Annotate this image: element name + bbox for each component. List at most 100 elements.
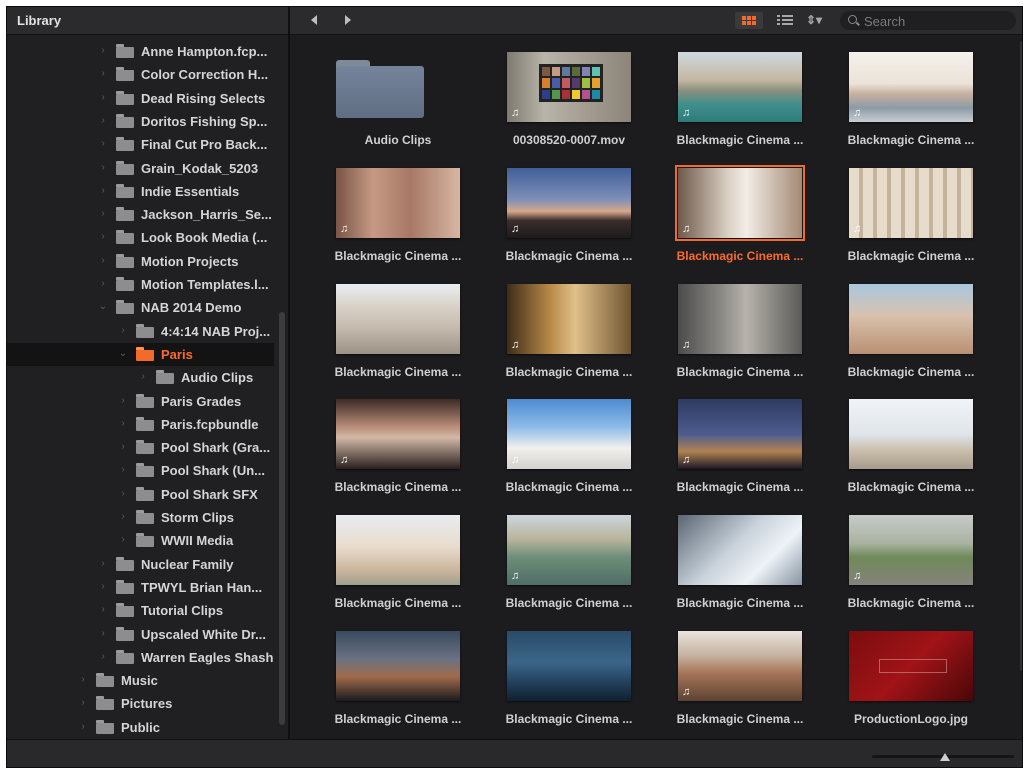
sidebar-item[interactable]: › Anne Hampton.fcp... (7, 40, 274, 63)
chevron-right-icon[interactable]: › (118, 395, 128, 406)
sidebar-item[interactable]: › Pool Shark (Un... (7, 459, 274, 482)
chevron-right-icon[interactable]: › (98, 604, 108, 615)
sidebar-item[interactable]: › Nuclear Family (7, 553, 274, 576)
sidebar-item[interactable]: › Motion Templates.l... (7, 273, 274, 296)
sidebar-item-label: Look Book Media (... (141, 230, 268, 245)
list-view-button[interactable] (777, 14, 793, 26)
folder-icon (116, 230, 134, 244)
chevron-right-icon[interactable]: › (118, 511, 128, 522)
sidebar-item[interactable]: › Upscaled White Dr... (7, 623, 274, 646)
clip-tile[interactable]: ♫ Blackmagic Cinema ... (831, 41, 991, 151)
chevron-down-icon[interactable]: ⌄ (98, 301, 108, 312)
sidebar-item[interactable]: › Pictures (7, 692, 274, 715)
chevron-right-icon[interactable]: › (98, 208, 108, 219)
clip-tile[interactable]: ♫ Blackmagic Cinema ... (489, 273, 649, 383)
sidebar-item[interactable]: › Paris.fcpbundle (7, 413, 274, 436)
search-box[interactable] (840, 11, 1016, 30)
sidebar-item[interactable]: › 4:4:14 NAB Proj... (7, 320, 274, 343)
chevron-right-icon[interactable]: › (98, 185, 108, 196)
clip-tile[interactable]: Blackmagic Cinema ... (831, 273, 991, 383)
sidebar-item[interactable]: › TPWYL Brian Han... (7, 576, 274, 599)
chevron-right-icon[interactable]: › (98, 68, 108, 79)
sidebar-item[interactable]: › Dead Rising Selects (7, 87, 274, 110)
sidebar-item[interactable]: › Look Book Media (... (7, 226, 274, 249)
clip-tile[interactable]: Blackmagic Cinema ... (318, 620, 478, 730)
chevron-right-icon[interactable]: › (98, 231, 108, 242)
sidebar-item[interactable]: › Audio Clips (7, 366, 274, 389)
sidebar-item[interactable]: ⌄ NAB 2014 Demo (7, 296, 274, 319)
sidebar-item[interactable]: › Public (7, 716, 274, 739)
clip-tile[interactable]: ♫ Blackmagic Cinema ... (489, 504, 649, 614)
sidebar-item[interactable]: › Grain_Kodak_5203 (7, 157, 274, 180)
chevron-right-icon[interactable]: › (78, 721, 88, 732)
forward-arrow-icon[interactable] (345, 15, 351, 25)
clip-tile[interactable]: ♫ Blackmagic Cinema ... (489, 157, 649, 267)
sidebar-item[interactable]: › Motion Projects (7, 250, 274, 273)
sidebar-item-label: Pool Shark (Un... (161, 463, 266, 478)
sidebar-item-label: Motion Templates.l... (141, 277, 269, 292)
chevron-right-icon[interactable]: › (98, 45, 108, 56)
chevron-right-icon[interactable]: › (78, 674, 88, 685)
chevron-right-icon[interactable]: › (98, 162, 108, 173)
clip-tile[interactable]: ProductionLogo.jpg (831, 620, 991, 730)
chevron-right-icon[interactable]: › (98, 628, 108, 639)
sidebar-item[interactable]: › Jackson_Harris_Se... (7, 203, 274, 226)
slider-thumb[interactable] (940, 753, 950, 761)
clip-tile[interactable]: ♫ 00308520-0007.mov (489, 41, 649, 151)
chevron-right-icon[interactable]: › (98, 138, 108, 149)
sidebar-item[interactable]: › Storm Clips (7, 506, 274, 529)
clip-tile[interactable]: ♫ Blackmagic Cinema ... (831, 504, 991, 614)
sidebar-scrollbar[interactable] (279, 312, 285, 725)
chevron-right-icon[interactable]: › (98, 92, 108, 103)
grid-scrollbar[interactable] (1020, 41, 1022, 671)
clip-tile[interactable]: Blackmagic Cinema ... (660, 504, 820, 614)
clip-tile[interactable]: ♫ Blackmagic Cinema ... (660, 620, 820, 730)
chevron-right-icon[interactable]: › (98, 651, 108, 662)
clip-tile[interactable]: ♫ Blackmagic Cinema ... (660, 273, 820, 383)
sidebar-item[interactable]: › Warren Eagles Shash (7, 646, 274, 669)
clip-tile[interactable]: ♫ Blackmagic Cinema ... (318, 157, 478, 267)
clip-tile[interactable]: ♫ Blackmagic Cinema ... (660, 388, 820, 498)
chevron-right-icon[interactable]: › (118, 325, 128, 336)
folder-icon (116, 557, 134, 571)
clip-tile[interactable]: Blackmagic Cinema ... (318, 504, 478, 614)
clip-tile[interactable]: ♫ Blackmagic Cinema ... (660, 157, 820, 267)
sidebar-item[interactable]: › Music (7, 669, 274, 692)
folder-tile[interactable]: Audio Clips (318, 41, 478, 151)
chevron-right-icon[interactable]: › (118, 418, 128, 429)
sidebar-item[interactable]: › Tutorial Clips (7, 599, 274, 622)
search-input[interactable] (862, 12, 1016, 30)
clip-tile[interactable]: Blackmagic Cinema ... (489, 620, 649, 730)
chevron-right-icon[interactable]: › (118, 464, 128, 475)
sidebar-item[interactable]: › Indie Essentials (7, 180, 274, 203)
sidebar-item[interactable]: › WWII Media (7, 529, 274, 552)
sidebar-item[interactable]: › Paris Grades (7, 390, 274, 413)
chevron-right-icon[interactable]: › (98, 278, 108, 289)
chevron-down-icon[interactable]: ⌄ (118, 348, 128, 359)
clip-tile[interactable]: ♫ Blackmagic Cinema ... (489, 388, 649, 498)
clip-tile[interactable]: ♫ Blackmagic Cinema ... (831, 157, 991, 267)
sidebar-item[interactable]: › Final Cut Pro Back... (7, 133, 274, 156)
chevron-right-icon[interactable]: › (118, 441, 128, 452)
chevron-right-icon[interactable]: › (98, 255, 108, 266)
clip-tile[interactable]: ♫ Blackmagic Cinema ... (318, 388, 478, 498)
clip-tile[interactable]: ♫ Blackmagic Cinema ... (660, 41, 820, 151)
chevron-right-icon[interactable]: › (138, 371, 148, 382)
chevron-right-icon[interactable]: › (98, 581, 108, 592)
chevron-right-icon[interactable]: › (118, 534, 128, 545)
sidebar-item[interactable]: ⌄ Paris (7, 343, 274, 366)
sidebar-item[interactable]: › Doritos Fishing Sp... (7, 110, 274, 133)
sidebar-item[interactable]: › Color Correction H... (7, 63, 274, 86)
clip-tile[interactable]: Blackmagic Cinema ... (831, 388, 991, 498)
chevron-right-icon[interactable]: › (78, 697, 88, 708)
chevron-right-icon[interactable]: › (118, 488, 128, 499)
clip-name: Blackmagic Cinema ... (334, 249, 462, 263)
grid-view-button[interactable] (735, 12, 763, 29)
chevron-right-icon[interactable]: › (98, 115, 108, 126)
chevron-right-icon[interactable]: › (98, 558, 108, 569)
back-arrow-icon[interactable] (311, 15, 317, 25)
sidebar-item[interactable]: › Pool Shark (Gra... (7, 436, 274, 459)
clip-tile[interactable]: Blackmagic Cinema ... (318, 273, 478, 383)
sidebar-item[interactable]: › Pool Shark SFX (7, 483, 274, 506)
sort-menu-button[interactable]: ⇕▾ (806, 13, 822, 27)
